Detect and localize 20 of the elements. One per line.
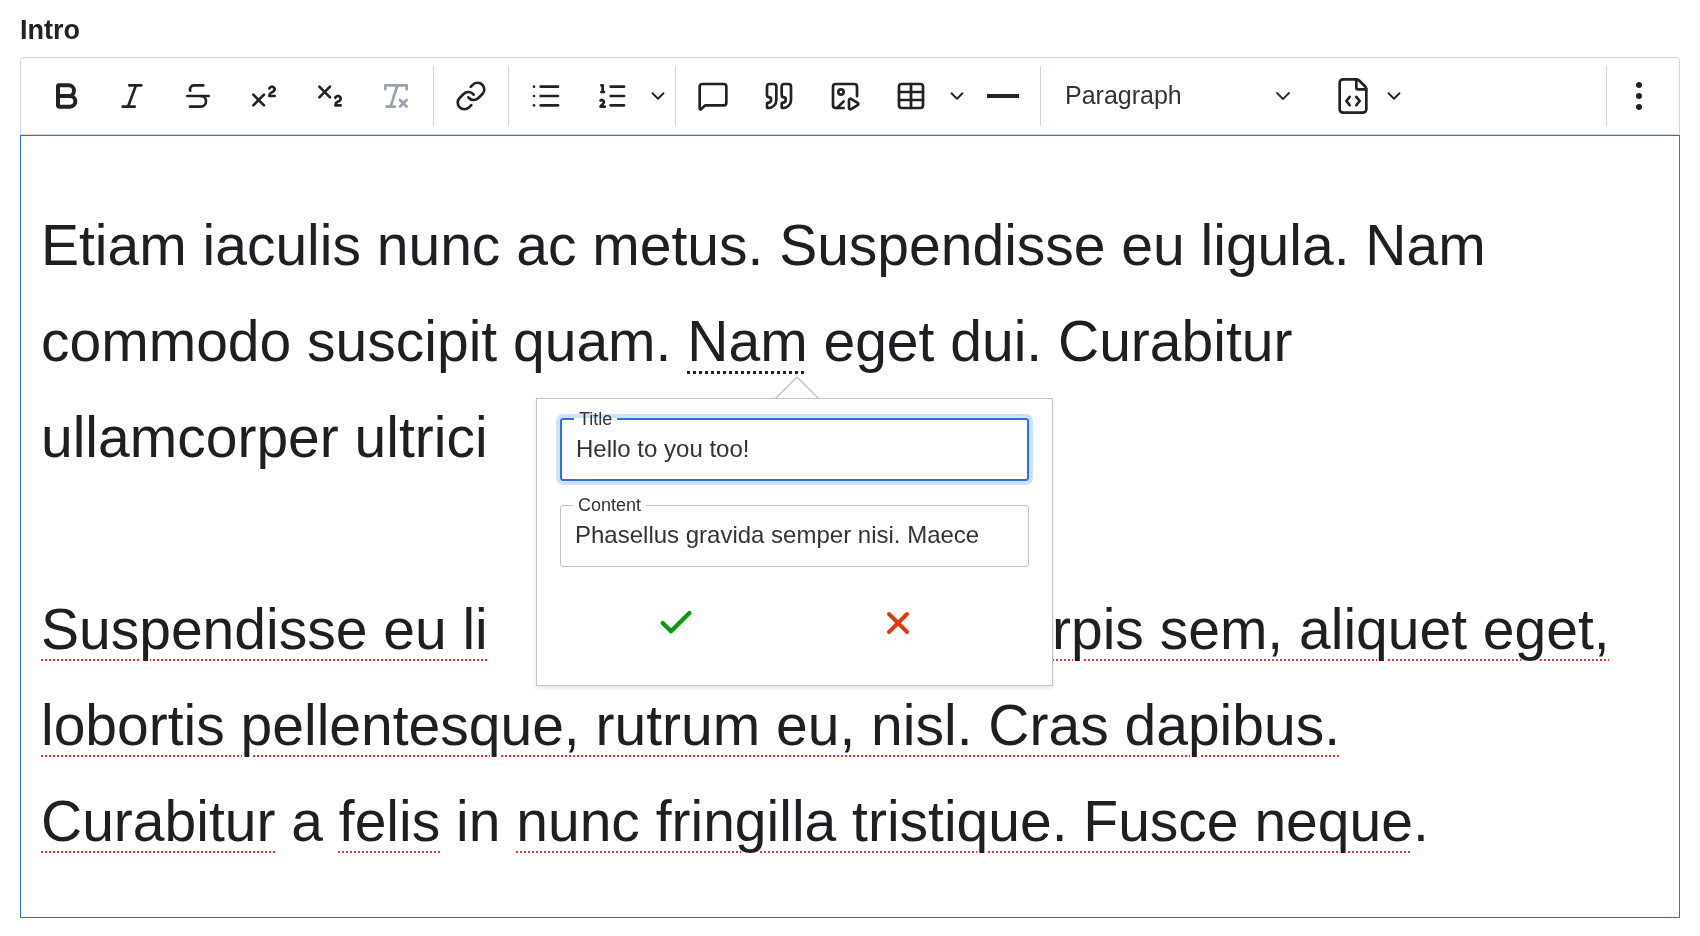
paragraph-text: Curabitur a felis in nunc fringilla tristique. Fusce neque. [41, 788, 1429, 856]
field-label: Title [578, 409, 614, 429]
field-label: Intro [20, 14, 80, 47]
popup-pointer [774, 376, 820, 400]
paragraph-text: lobortis pellentesque, rutrum eu, nisl. Cras dapibus. [41, 692, 1340, 760]
paragraph-text: Etiam iaculis nunc ac metus. Suspendisse eu ligula. Nam [41, 212, 1486, 280]
text-field[interactable]: Content Phasellus gravida semper nisi. Maece [560, 495, 1029, 567]
heading-dropdown[interactable]: Paragraph [1045, 70, 1315, 122]
paragraph-text: Suspendisse eu li [41, 596, 489, 664]
paragraph-text: rpis sem, aliquet eget, [1052, 596, 1610, 664]
table-icon [895, 80, 927, 112]
editor-content[interactable] [20, 135, 1680, 918]
field-label: Content [577, 495, 643, 515]
paragraph-text: ullamcorper ultrici [41, 404, 488, 472]
quote-icon [763, 80, 795, 112]
more-icon [1636, 82, 1642, 110]
link-icon [455, 80, 487, 112]
media-icon [829, 80, 861, 112]
paragraph-text: commodo suscipit quam. Nam eget dui. Curabitur [41, 308, 1293, 376]
speech-bubble-icon [697, 80, 729, 112]
